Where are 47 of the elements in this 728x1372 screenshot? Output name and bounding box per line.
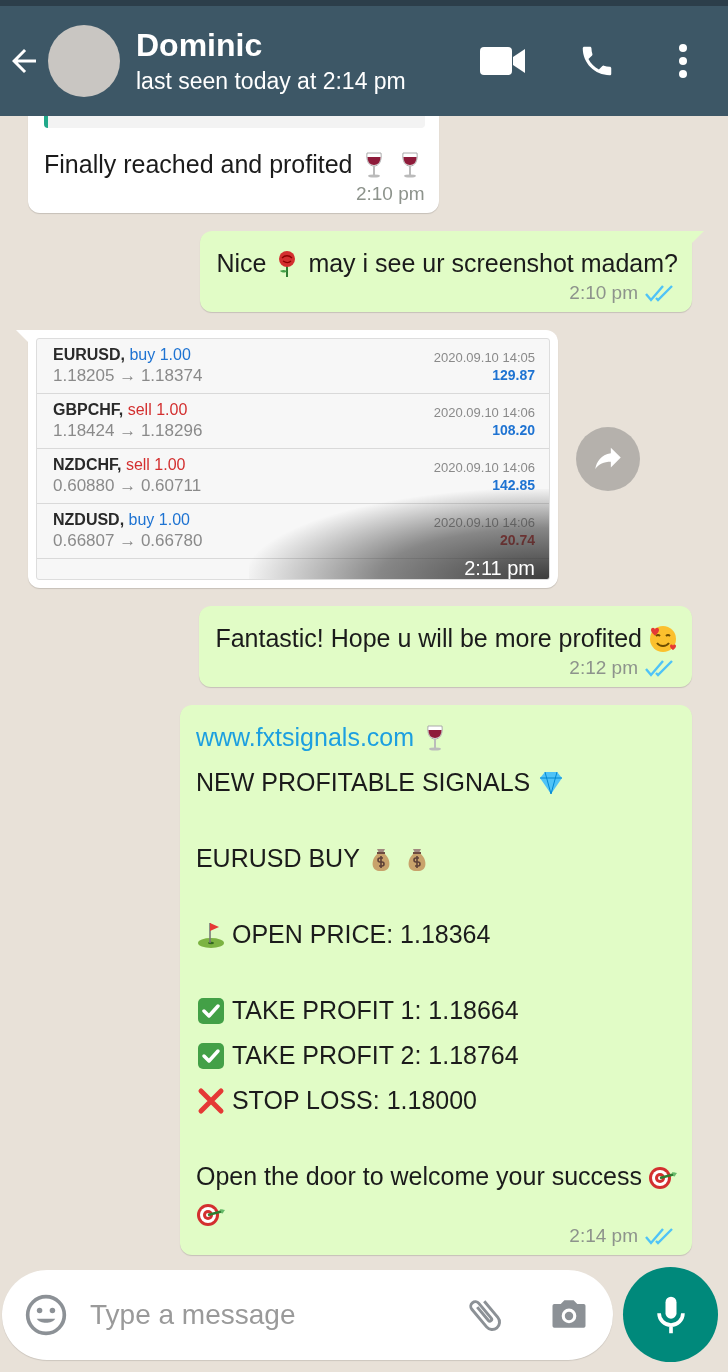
- message-text: TAKE PROFIT 2: 1.18764: [231, 1040, 519, 1071]
- trade-prices: 0.66807 → 0.66780: [53, 531, 203, 551]
- emoji-icon[interactable]: [24, 1292, 68, 1337]
- contact-name: Dominic: [136, 26, 264, 64]
- trade-profit: 20.74: [499, 531, 535, 548]
- trade-direction: buy 1.00: [129, 346, 191, 363]
- message-input[interactable]: Type a message: [88, 1297, 463, 1332]
- message-text: Nice: [216, 248, 267, 279]
- trade-date: 2020.09.10 14:06: [433, 459, 535, 475]
- last-seen-status: last seen today at 2:14 pm: [136, 67, 407, 96]
- message-text: Finally reached and profited: [44, 149, 353, 180]
- smiling-face-icon: [648, 623, 678, 654]
- trade-profit: 129.87: [492, 366, 535, 383]
- website-link[interactable]: www.fxtsignals.com: [195, 715, 415, 760]
- message-input-field[interactable]: Type a message: [2, 1269, 613, 1360]
- message-time: 2:10 pm: [355, 183, 425, 205]
- message-text: Open the door to welcome your success: [195, 1161, 642, 1192]
- trade-prices: 1.18424 → 1.18296: [53, 421, 203, 441]
- message-text: STOP LOSS: 1.18000: [231, 1085, 477, 1116]
- message-text: Fantastic! Hope u will be more profited: [215, 623, 642, 654]
- message-text: OPEN PRICE: 1.18364: [231, 919, 491, 950]
- trade-date: 2020.09.10 14:06: [433, 514, 535, 530]
- message-text: TAKE PROFIT 1: 1.18664: [231, 995, 519, 1026]
- trade-symbol: NZDUSD,: [53, 511, 125, 528]
- trade-direction: buy 1.00: [128, 511, 190, 528]
- trade-prices: 0.60880 → 0.60711: [53, 476, 202, 496]
- trade-date: 2020.09.10 14:05: [433, 349, 535, 365]
- trade-prices: 1.18205 → 1.18374: [53, 366, 203, 386]
- check-box-icon: [195, 1040, 226, 1071]
- check-box-icon: [195, 995, 226, 1026]
- trade-profit: 108.20: [492, 421, 535, 438]
- message-text: NEW PROFITABLE SIGNALS: [195, 767, 531, 798]
- trade-direction: sell 1.00: [125, 456, 186, 473]
- message-time: 2:11 pm: [464, 557, 535, 579]
- trade-symbol: NZDCHF,: [53, 456, 122, 473]
- trade-symbol: EURUSD,: [53, 346, 125, 363]
- trade-profit: 142.85: [492, 476, 535, 493]
- more-options-icon[interactable]: [678, 44, 688, 78]
- message-text: EURUSD BUY: [195, 843, 360, 874]
- trade-direction: sell 1.00: [127, 401, 188, 418]
- trade-date: 2020.09.10 14:06: [433, 404, 535, 420]
- message-text: may i see ur screenshot madam?: [308, 248, 678, 279]
- video-call-icon[interactable]: [480, 46, 526, 76]
- message-time: 2:10 pm: [569, 282, 638, 304]
- message-time: 2:14 pm: [569, 1225, 638, 1247]
- message-time: 2:12 pm: [569, 657, 638, 679]
- trade-symbol: GBPCHF,: [53, 401, 124, 418]
